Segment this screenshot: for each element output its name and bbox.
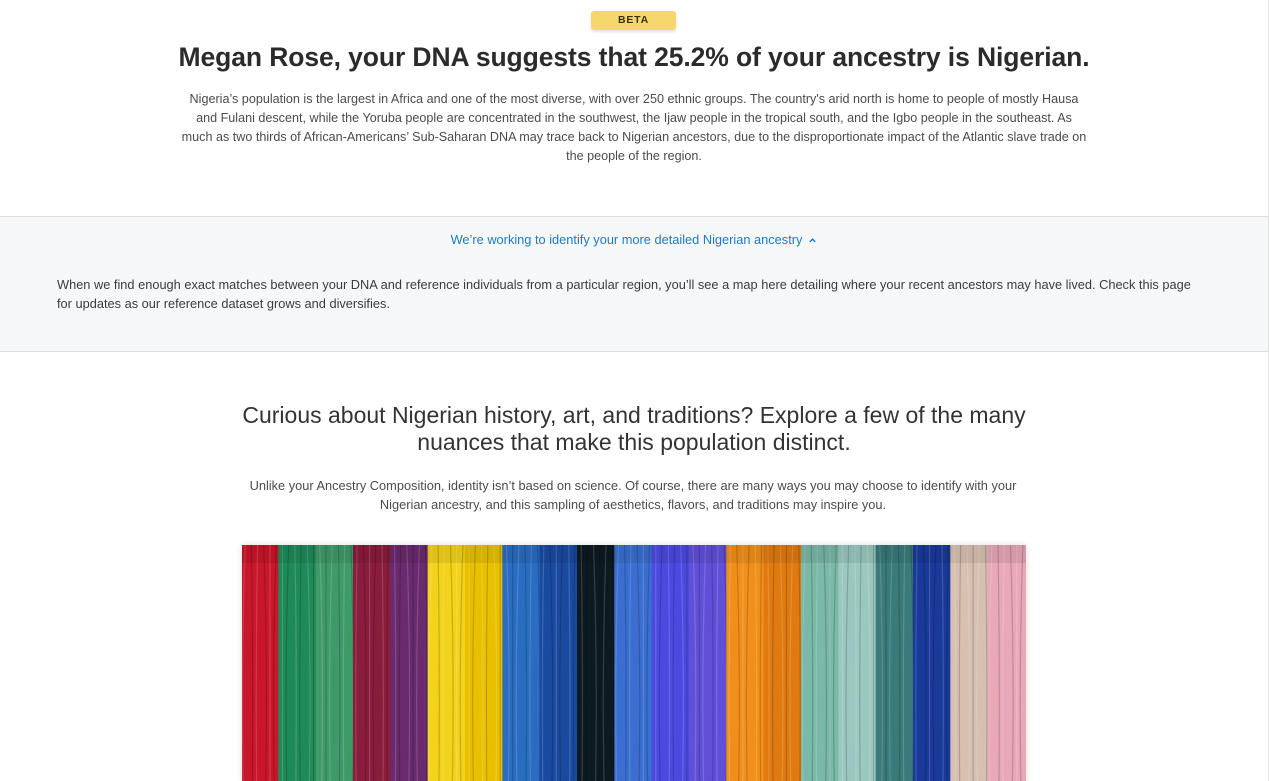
explore-subtext: Unlike your Ancestry Composition, identi… bbox=[249, 478, 1017, 512]
explore-heading: Curious about Nigerian history, art, and… bbox=[242, 402, 1026, 455]
chevron-up-icon bbox=[808, 233, 817, 248]
yarn-skein bbox=[577, 545, 617, 781]
yarn-skein bbox=[390, 545, 430, 781]
yarn-skein bbox=[353, 545, 393, 781]
population-description: Nigeria’s population is the largest in A… bbox=[181, 92, 1087, 163]
yarn-skein bbox=[950, 545, 990, 781]
yarn-skein bbox=[502, 545, 542, 781]
yarn-skein bbox=[689, 545, 729, 781]
yarn-photo bbox=[242, 545, 1026, 781]
yarn-skein bbox=[763, 545, 803, 781]
yarn-skein bbox=[726, 545, 766, 781]
yarn-skein bbox=[987, 545, 1026, 781]
page-title: Megan Rose, your DNA suggests that 25.2%… bbox=[178, 42, 1090, 72]
detailed-ancestry-panel: We’re working to identify your more deta… bbox=[0, 216, 1268, 352]
hero-section: BETA Megan Rose, your DNA suggests that … bbox=[0, 0, 1270, 216]
yarn-skein bbox=[242, 545, 281, 781]
yarn-skein bbox=[801, 545, 841, 781]
yarn-illustration bbox=[242, 545, 1026, 781]
detailed-ancestry-toggle[interactable]: We’re working to identify your more deta… bbox=[0, 232, 1268, 248]
yarn-skein bbox=[465, 545, 505, 781]
ancestry-detail-page: BETA Megan Rose, your DNA suggests that … bbox=[0, 0, 1270, 781]
yarn-skein bbox=[427, 545, 467, 781]
toggle-label: We’re working to identify your more deta… bbox=[450, 232, 803, 247]
yarn-skein bbox=[315, 545, 355, 781]
yarn-skein bbox=[913, 545, 953, 781]
panel-body: When we find enough exact matches betwee… bbox=[57, 277, 1191, 311]
yarn-skein bbox=[651, 545, 691, 781]
beta-badge: BETA bbox=[591, 11, 676, 30]
yarn-skein bbox=[539, 545, 579, 781]
yarn-skein bbox=[838, 545, 878, 781]
yarn-skein bbox=[278, 545, 318, 781]
yarn-skein bbox=[875, 545, 915, 781]
yarn-skein bbox=[614, 545, 654, 781]
